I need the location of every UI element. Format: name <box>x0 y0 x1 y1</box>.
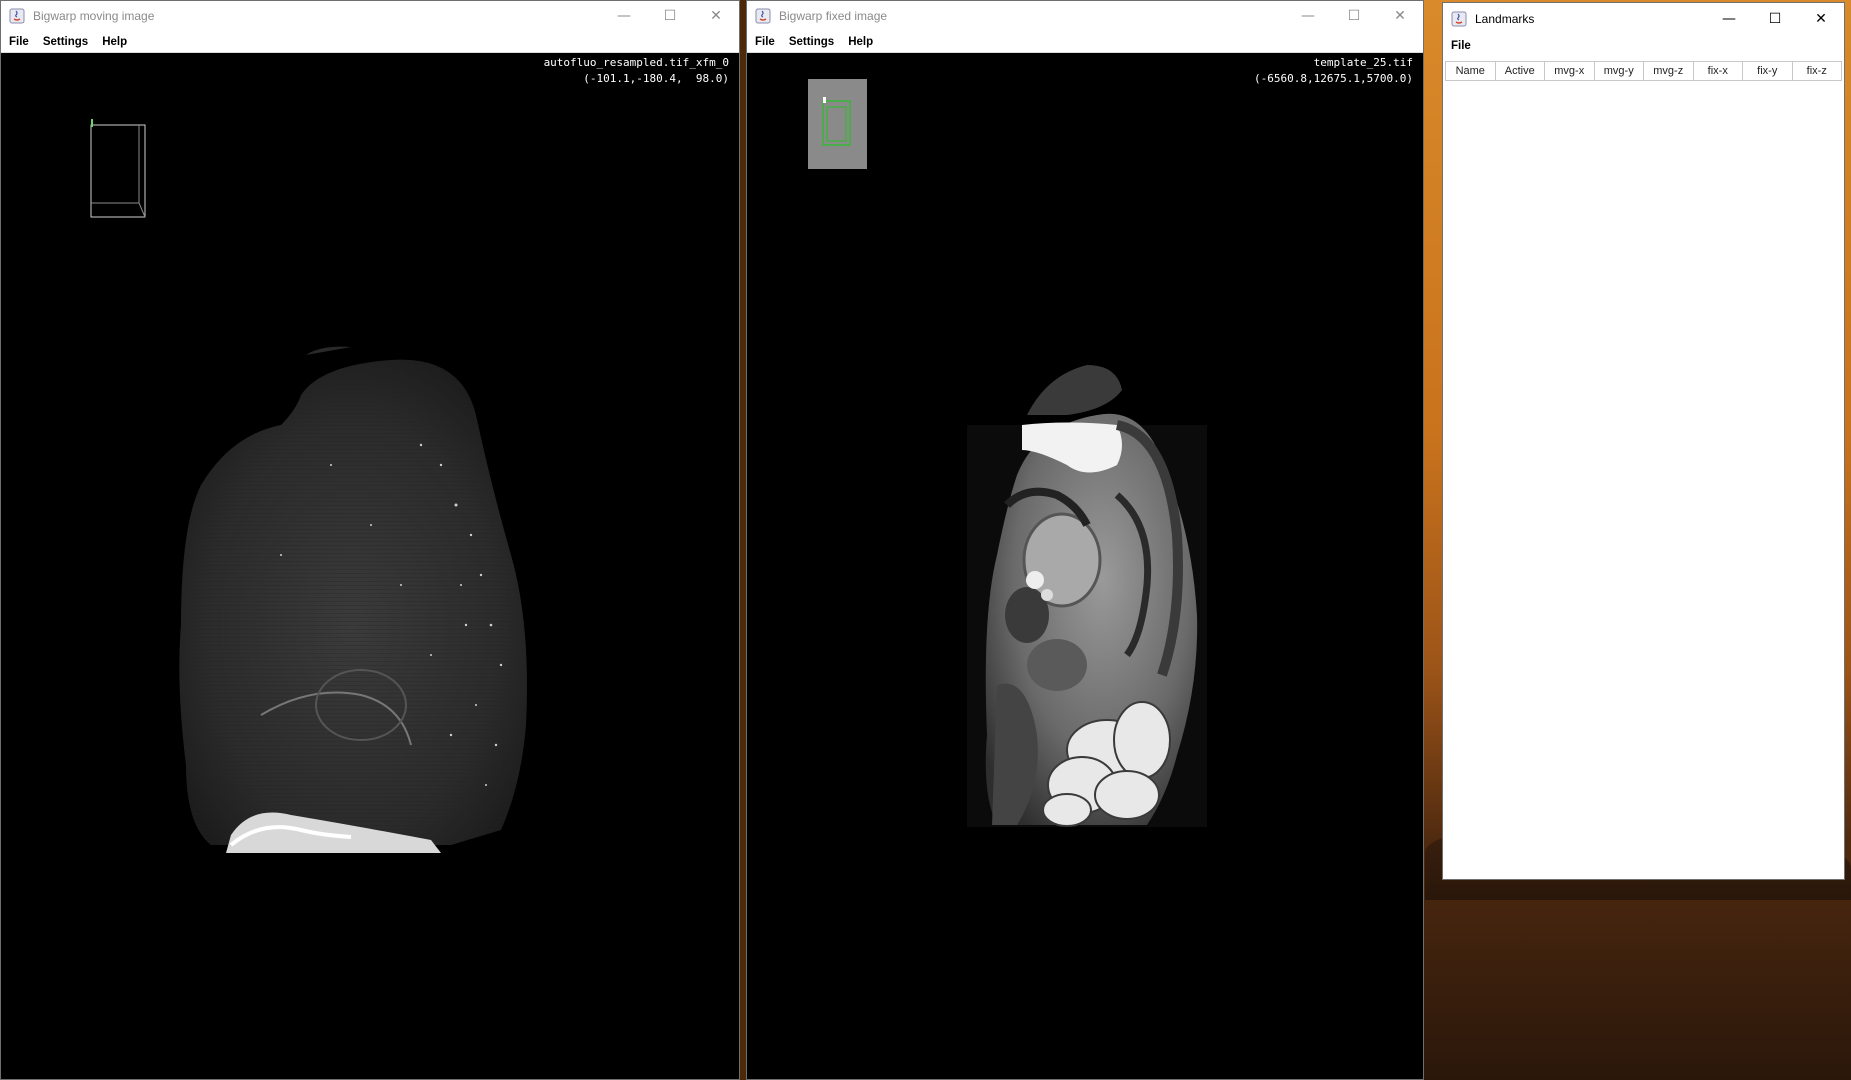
close-icon: ✕ <box>710 8 722 24</box>
fixed-brain-image <box>967 365 1207 827</box>
maximize-icon: ☐ <box>663 8 677 24</box>
java-icon <box>1451 11 1467 27</box>
close-icon: ✕ <box>1815 11 1827 27</box>
menu-file[interactable]: File <box>749 36 781 48</box>
close-button[interactable]: ✕ <box>1377 1 1423 31</box>
landmarks-titlebar[interactable]: Landmarks — ☐ ✕ <box>1443 3 1844 35</box>
fixed-menubar: File Settings Help <box>747 31 1423 53</box>
menu-help[interactable]: Help <box>96 36 133 48</box>
moving-brain-image <box>179 346 528 853</box>
landmarks-window: Landmarks — ☐ ✕ File Name Active mvg-x m… <box>1442 2 1845 880</box>
column-fix-z[interactable]: fix-z <box>1793 62 1842 80</box>
maximize-button[interactable]: ☐ <box>647 1 693 31</box>
fixed-image-window: Bigwarp fixed image — ☐ ✕ File Settings … <box>746 0 1424 1080</box>
column-active[interactable]: Active <box>1496 62 1545 80</box>
landmarks-table-body[interactable] <box>1445 85 1842 877</box>
maximize-button[interactable]: ☐ <box>1752 3 1798 35</box>
moving-image-window: Bigwarp moving image — ☐ ✕ File Settings… <box>0 0 740 1080</box>
java-icon <box>755 8 771 24</box>
column-mvg-x[interactable]: mvg-x <box>1545 62 1595 80</box>
fixed-titlebar[interactable]: Bigwarp fixed image — ☐ ✕ <box>747 1 1423 31</box>
minimize-icon: — <box>1301 8 1315 24</box>
minimize-icon: — <box>1722 11 1736 27</box>
maximize-icon: ☐ <box>1347 8 1361 24</box>
coordinate-overlay: (-101.1,-180.4, 98.0) <box>583 72 729 85</box>
window-title: Landmarks <box>1475 12 1535 26</box>
bounding-box-navigator <box>90 119 146 218</box>
minimize-button[interactable]: — <box>1285 1 1331 31</box>
menu-settings[interactable]: Settings <box>783 36 840 48</box>
fixed-image-viewer[interactable]: template_25.tif (-6560.8,12675.1,5700.0) <box>747 55 1423 1079</box>
source-name-overlay: template_25.tif <box>1313 56 1413 69</box>
moving-image-viewer[interactable]: autofluo_resampled.tif_xfm_0 (-101.1,-18… <box>1 55 739 1079</box>
close-button[interactable]: ✕ <box>693 1 739 31</box>
window-title: Bigwarp fixed image <box>779 9 888 23</box>
window-title: Bigwarp moving image <box>33 9 155 23</box>
moving-titlebar[interactable]: Bigwarp moving image — ☐ ✕ <box>1 1 739 31</box>
column-fix-x[interactable]: fix-x <box>1694 62 1743 80</box>
close-button[interactable]: ✕ <box>1798 3 1844 35</box>
menu-file[interactable]: File <box>1445 40 1477 52</box>
landmarks-menubar: File <box>1443 35 1844 57</box>
maximize-icon: ☐ <box>1768 11 1782 27</box>
coordinate-overlay: (-6560.8,12675.1,5700.0) <box>1254 72 1413 85</box>
menu-help[interactable]: Help <box>842 36 879 48</box>
column-name[interactable]: Name <box>1446 62 1496 80</box>
maximize-button[interactable]: ☐ <box>1331 1 1377 31</box>
bounding-box-navigator <box>808 79 867 169</box>
landmarks-table-header: Name Active mvg-x mvg-y mvg-z fix-x fix-… <box>1445 61 1842 81</box>
column-mvg-z[interactable]: mvg-z <box>1644 62 1694 80</box>
minimize-button[interactable]: — <box>1706 3 1752 35</box>
column-fix-y[interactable]: fix-y <box>1743 62 1793 80</box>
minimize-icon: — <box>617 8 631 24</box>
column-mvg-y[interactable]: mvg-y <box>1595 62 1644 80</box>
minimize-button[interactable]: — <box>601 1 647 31</box>
menu-file[interactable]: File <box>3 36 35 48</box>
java-icon <box>9 8 25 24</box>
menu-settings[interactable]: Settings <box>37 36 94 48</box>
source-name-overlay: autofluo_resampled.tif_xfm_0 <box>543 56 729 69</box>
moving-menubar: File Settings Help <box>1 31 739 53</box>
close-icon: ✕ <box>1394 8 1406 24</box>
